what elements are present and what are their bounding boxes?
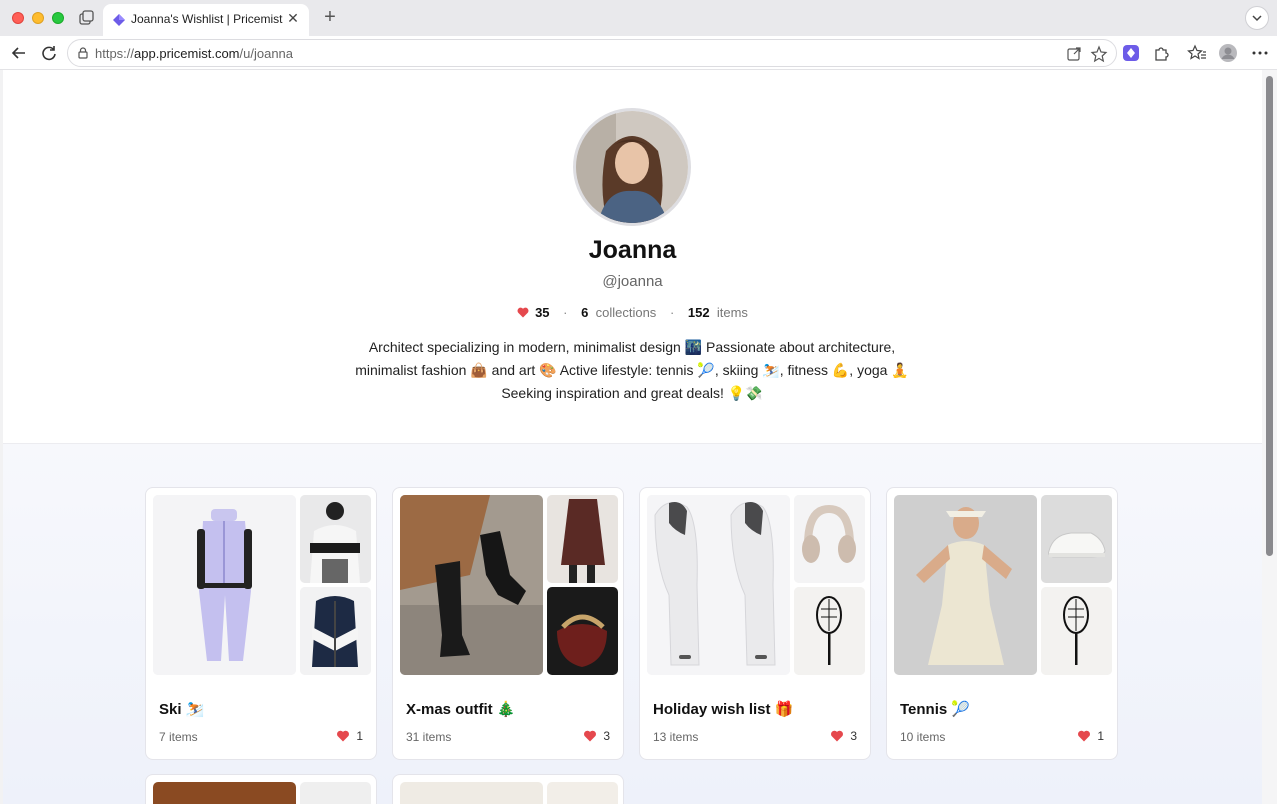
collection-likes[interactable]: 3 bbox=[830, 729, 857, 743]
favorite-star-icon[interactable] bbox=[1090, 45, 1108, 63]
minimize-window-button[interactable] bbox=[32, 12, 44, 24]
profile-stats: 35 · 6 collections · 152 items bbox=[3, 305, 1262, 320]
collections-grid: Ski ⛷️ 7 items 1 X-mas outfit 🎄 31 items… bbox=[3, 444, 1262, 804]
tab-actions-icon[interactable] bbox=[77, 9, 95, 27]
collection-cover-image bbox=[400, 782, 543, 804]
collection-card-holiday-wish-list[interactable]: Holiday wish list 🎁 13 items 3 bbox=[639, 487, 871, 760]
more-options-icon[interactable] bbox=[1250, 43, 1270, 63]
collection-cover-image bbox=[647, 495, 790, 675]
browser-window: Joanna's Wishlist | Pricemist ✕ + https:… bbox=[0, 0, 1277, 804]
separator-dot: · bbox=[563, 305, 568, 320]
close-tab-icon[interactable]: ✕ bbox=[285, 10, 301, 26]
collection-likes[interactable]: 1 bbox=[1077, 729, 1104, 743]
collections-count: 6 bbox=[581, 305, 589, 320]
bio-line: minimalist fashion 👜 and art 🎨 Active li… bbox=[355, 362, 909, 378]
collection-likes-count: 1 bbox=[356, 729, 363, 743]
collection-thumbnail-image bbox=[1041, 587, 1112, 675]
collection-thumbnail-image bbox=[300, 587, 371, 675]
collection-thumbnail-image bbox=[794, 587, 865, 675]
collection-card-xmas-outfit[interactable]: X-mas outfit 🎄 31 items 3 bbox=[392, 487, 624, 760]
likes-count: 35 bbox=[535, 305, 550, 320]
profile-avatar-icon[interactable] bbox=[1218, 43, 1238, 63]
profile-name: Joanna bbox=[588, 236, 677, 264]
collection-likes-count: 1 bbox=[1097, 729, 1104, 743]
reload-icon[interactable] bbox=[38, 42, 60, 64]
scrollbar-thumb[interactable] bbox=[1266, 76, 1273, 556]
collection-title: Holiday wish list 🎁 bbox=[653, 701, 794, 718]
collection-thumbnail-image bbox=[547, 587, 618, 675]
collection-cover-image bbox=[400, 495, 543, 675]
tab-title: Joanna's Wishlist | Pricemist bbox=[131, 12, 283, 26]
collections-label: collections bbox=[595, 305, 657, 320]
url-host: app.pricemist.com bbox=[134, 46, 240, 61]
collection-thumbnail-image bbox=[547, 782, 618, 804]
collection-title: Ski ⛷️ bbox=[159, 701, 205, 718]
open-in-app-icon[interactable] bbox=[1065, 45, 1083, 63]
separator-dot: · bbox=[669, 305, 675, 320]
collection-card-tennis[interactable]: Tennis 🎾 10 items 1 bbox=[886, 487, 1118, 760]
collection-item-count: 31 items bbox=[406, 730, 452, 744]
bio-line: Seeking inspiration and great deals! 💡💸 bbox=[501, 385, 763, 401]
collection-card-partial[interactable] bbox=[145, 774, 377, 804]
tab-bar: Joanna's Wishlist | Pricemist ✕ + bbox=[0, 0, 1277, 36]
close-window-button[interactable] bbox=[12, 12, 24, 24]
collection-item-count: 10 items bbox=[900, 730, 946, 744]
collection-item-count: 13 items bbox=[653, 730, 699, 744]
heart-icon bbox=[583, 730, 597, 742]
collection-thumbnail-image bbox=[794, 495, 865, 583]
collection-thumbnail-image bbox=[1041, 495, 1112, 583]
collection-card-ski[interactable]: Ski ⛷️ 7 items 1 bbox=[145, 487, 377, 760]
pricemist-favicon-icon bbox=[113, 13, 125, 26]
favorites-collection-icon[interactable] bbox=[1187, 43, 1207, 63]
items-count: 152 bbox=[687, 305, 710, 320]
heart-icon bbox=[1077, 730, 1091, 742]
browser-toolbar: https://app.pricemist.com/u/joanna bbox=[0, 36, 1277, 70]
back-arrow-icon[interactable] bbox=[8, 42, 30, 64]
site-info-lock-icon[interactable] bbox=[76, 46, 90, 60]
tab-list-dropdown-button[interactable] bbox=[1245, 6, 1269, 30]
heart-icon bbox=[336, 730, 350, 742]
collection-thumbnail-image bbox=[300, 782, 371, 804]
collection-item-count: 7 items bbox=[159, 730, 198, 744]
browser-tab-active[interactable]: Joanna's Wishlist | Pricemist ✕ bbox=[103, 4, 309, 36]
collection-card-partial[interactable] bbox=[392, 774, 624, 804]
address-bar[interactable]: https://app.pricemist.com/u/joanna bbox=[67, 39, 1117, 67]
collection-likes-count: 3 bbox=[850, 729, 857, 743]
profile-header: Joanna @joanna 35 · 6 collections · 152 … bbox=[3, 70, 1262, 444]
collection-cover-image bbox=[894, 495, 1037, 675]
page-content: Joanna @joanna 35 · 6 collections · 152 … bbox=[3, 70, 1262, 804]
collection-likes[interactable]: 1 bbox=[336, 729, 363, 743]
extensions-puzzle-icon[interactable] bbox=[1152, 43, 1172, 63]
new-tab-button[interactable]: + bbox=[320, 7, 340, 28]
collection-cover-image bbox=[153, 495, 296, 675]
pricemist-extension-icon[interactable] bbox=[1121, 43, 1141, 63]
maximize-window-button[interactable] bbox=[52, 12, 64, 24]
collection-cover-image bbox=[153, 782, 296, 804]
collection-thumbnail-image bbox=[300, 495, 371, 583]
heart-icon bbox=[517, 306, 529, 318]
page-scrollbar[interactable] bbox=[1262, 70, 1277, 804]
collection-thumbnail-image bbox=[547, 495, 618, 583]
items-stat[interactable]: 152 items bbox=[688, 305, 748, 320]
url-scheme: https:// bbox=[95, 46, 135, 61]
likes-stat[interactable]: 35 bbox=[517, 305, 550, 320]
url-path: /u/joanna bbox=[239, 46, 294, 61]
collections-stat[interactable]: 6 collections bbox=[581, 305, 656, 320]
avatar bbox=[573, 108, 691, 226]
collection-title: X-mas outfit 🎄 bbox=[406, 701, 516, 718]
heart-icon bbox=[830, 730, 844, 742]
url-text: https://app.pricemist.com/u/joanna bbox=[95, 46, 293, 61]
profile-bio: Architect specializing in modern, minima… bbox=[343, 336, 921, 405]
profile-handle: @joanna bbox=[602, 273, 663, 290]
collection-likes-count: 3 bbox=[603, 729, 610, 743]
collection-likes[interactable]: 3 bbox=[583, 729, 610, 743]
bio-line: Architect specializing in modern, minima… bbox=[368, 339, 896, 355]
collection-title: Tennis 🎾 bbox=[900, 701, 971, 718]
items-label: items bbox=[716, 305, 748, 320]
